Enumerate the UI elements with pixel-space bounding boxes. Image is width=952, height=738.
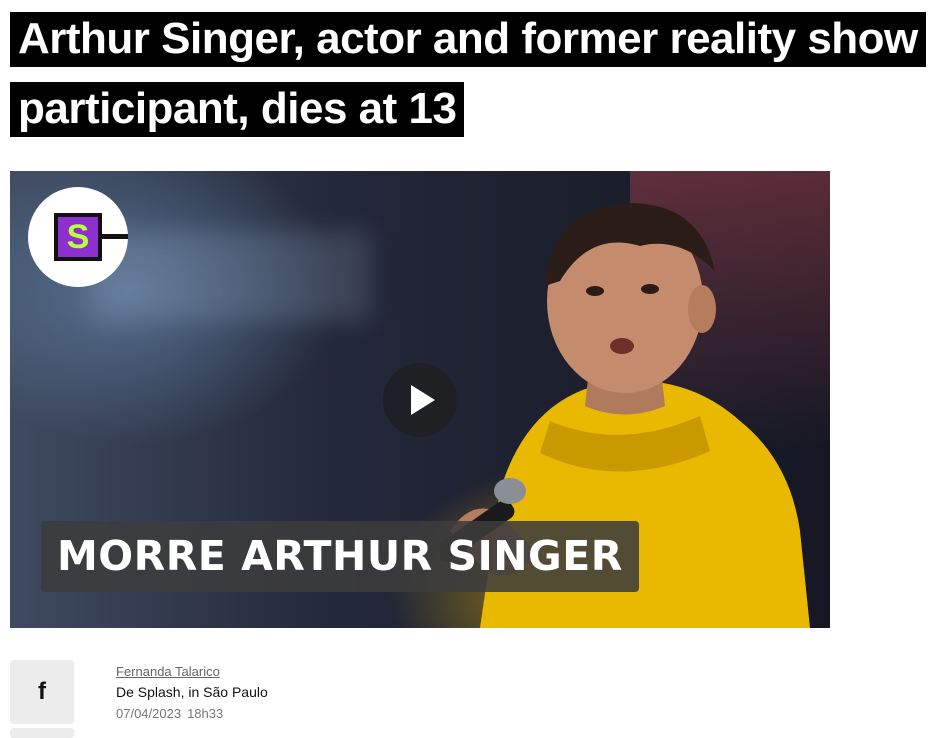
facebook-share-button[interactable]: f xyxy=(10,660,74,724)
headline-text: Arthur Singer, actor and former reality … xyxy=(10,12,926,137)
logo-tail xyxy=(102,234,128,239)
stage-light xyxy=(90,231,370,321)
play-button[interactable] xyxy=(383,363,457,437)
publish-date: 07/04/2023 xyxy=(116,706,182,721)
logo-box: S xyxy=(54,213,102,261)
video-caption: MORRE ARTHUR SINGER xyxy=(41,521,639,592)
facebook-icon: f xyxy=(38,678,46,705)
video-player[interactable]: S MORRE ARTHUR SINGER xyxy=(10,171,830,628)
play-icon xyxy=(411,385,435,415)
splash-logo: S xyxy=(28,187,128,287)
article-headline: Arthur Singer, actor and former reality … xyxy=(10,4,950,144)
publish-datetime: 07/04/2023 18h33 xyxy=(116,703,268,725)
logo-letter: S xyxy=(58,217,98,257)
article-source: De Splash, in São Paulo xyxy=(116,684,268,700)
share-button-next[interactable] xyxy=(10,728,74,738)
author-link[interactable]: Fernanda Talarico xyxy=(116,662,268,681)
article-byline: Fernanda Talarico De Splash, in São Paul… xyxy=(116,662,268,725)
publish-time: 18h33 xyxy=(187,706,224,721)
